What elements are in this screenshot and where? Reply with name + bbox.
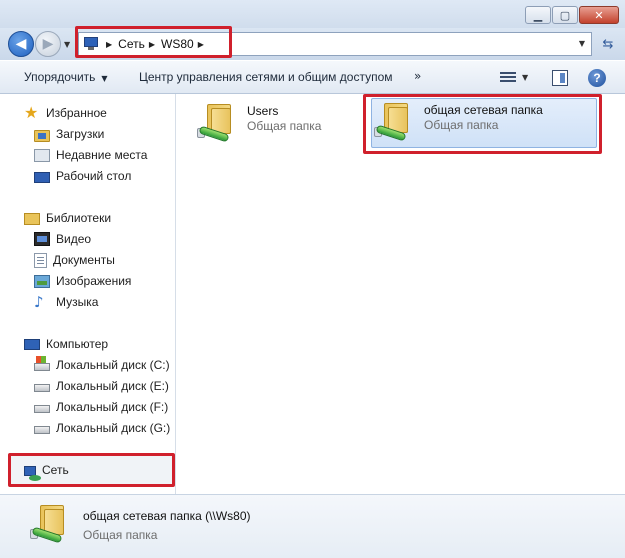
sidebar-item-label: Документы [53,253,115,267]
music-note-icon: ♪ [34,293,44,311]
details-type: Общая папка [83,528,158,542]
more-commands-button[interactable]: » [414,69,421,83]
file-list: Users Общая папка общая сетевая папка Об… [177,94,625,494]
shared-folder-icon [195,100,243,146]
details-pane: общая сетевая папка (\\Ws80) Общая папка [0,494,625,558]
navigation-pane: ★ Избранное Загрузки Недавние места Рабо… [0,94,176,494]
maximize-button[interactable]: ▢ [552,6,578,24]
sidebar-item-label: Загрузки [56,127,105,141]
shared-folder-icon [372,99,420,145]
breadcrumb-separator-icon[interactable]: ▶ [149,40,155,49]
sidebar-item-drive-c[interactable]: Локальный диск (C:) [34,355,170,375]
command-bar: Упорядочить ▼ Центр управления сетями и о… [0,60,625,94]
refresh-icon[interactable]: ⇆ [598,34,618,54]
sidebar-item-label: Музыка [56,295,99,309]
folder-tile-shared-network-folder[interactable]: общая сетевая папка Общая папка [371,98,597,148]
star-icon: ★ [24,103,39,122]
chevron-down-icon: ▼ [101,74,108,83]
sidebar-item-label: Локальный диск (G:) [56,421,171,435]
sidebar-item-music[interactable]: ♪ Музыка [34,292,98,312]
sidebar-item-label: Рабочий стол [56,169,132,183]
folder-type: Общая папка [247,119,322,133]
view-options-dropdown[interactable]: ▼ [522,73,528,82]
sidebar-item-label: Локальный диск (C:) [56,358,170,372]
sidebar-item-drive-f[interactable]: Локальный диск (F:) [34,397,168,417]
sidebar-item-label: Локальный диск (E:) [56,379,169,393]
details-name: общая сетевая папка (\\Ws80) [83,509,251,523]
sidebar-item-drive-g[interactable]: Локальный диск (G:) [34,418,170,438]
sidebar-item-desktop[interactable]: Рабочий стол [34,166,131,186]
sidebar-libraries[interactable]: Библиотеки [24,208,111,228]
folder-name: Users [247,104,279,118]
video-icon [34,232,50,246]
back-button[interactable]: ◀ [8,31,34,57]
breadcrumb-network[interactable]: Сеть [118,37,145,51]
drive-icon [34,405,50,413]
sidebar-item-video[interactable]: Видео [34,229,91,249]
sidebar-libraries-label: Библиотеки [46,211,112,225]
sidebar-computer[interactable]: Компьютер [24,334,108,354]
sidebar-item-pictures[interactable]: Изображения [34,271,131,291]
drive-icon [34,384,50,392]
organize-label: Упорядочить [24,70,96,84]
pictures-icon [34,274,50,288]
breadcrumb-separator-icon[interactable]: ▶ [198,40,204,49]
sidebar-item-label: Локальный диск (F:) [56,400,169,414]
desktop-icon [34,171,50,183]
shared-folder-icon [28,501,76,547]
sidebar-item-label: Изображения [56,274,132,288]
drive-icon [34,426,50,434]
navigation-bar: ◀ ▶ ▼ ▶ Сеть ▶ WS80 ▶ ▼ ⇆ [0,28,625,60]
network-center-button[interactable]: Центр управления сетями и общим доступом [139,70,393,84]
folder-tile-users[interactable]: Users Общая папка [195,100,365,150]
sidebar-network-label: Сеть [42,463,69,477]
breadcrumb-ws80[interactable]: WS80 [161,37,194,51]
libraries-icon [24,213,40,225]
sidebar-favorites-label: Избранное [46,106,107,120]
recent-pages-dropdown[interactable]: ▼ [64,40,70,49]
network-icon [24,465,41,481]
sidebar-item-recent-places[interactable]: Недавние места [34,145,147,165]
sidebar-item-documents[interactable]: Документы [34,250,115,270]
minimize-button[interactable]: ▁ [525,6,551,24]
breadcrumb-separator-icon[interactable]: ▶ [106,40,112,49]
documents-icon [34,252,47,268]
forward-button[interactable]: ▶ [35,31,61,57]
sidebar-item-drive-e[interactable]: Локальный диск (E:) [34,376,169,396]
sidebar-network[interactable]: Сеть [24,459,69,481]
computer-icon [82,35,102,53]
title-bar: ▁ ▢ ✕ [0,0,625,30]
window-controls: ▁ ▢ ✕ [524,6,619,24]
sidebar-item-label: Недавние места [56,148,148,162]
folder-name: общая сетевая папка [424,103,543,117]
preview-pane-icon[interactable] [552,70,568,86]
sidebar-computer-label: Компьютер [46,337,109,351]
change-view-icon[interactable] [500,71,516,85]
sidebar-favorites[interactable]: ★ Избранное [24,103,107,123]
close-button[interactable]: ✕ [579,6,619,24]
folder-type: Общая папка [424,118,499,132]
system-drive-icon [34,356,50,371]
address-bar[interactable]: ▶ Сеть ▶ WS80 ▶ ▼ [78,32,592,56]
downloads-folder-icon [34,129,50,142]
help-icon[interactable]: ? [588,69,606,87]
address-dropdown-icon[interactable]: ▼ [579,39,585,48]
sidebar-item-label: Видео [56,232,92,246]
recent-places-icon [34,148,50,162]
computer-icon [24,339,40,350]
organize-button[interactable]: Упорядочить ▼ [24,70,108,84]
sidebar-item-downloads[interactable]: Загрузки [34,124,104,144]
